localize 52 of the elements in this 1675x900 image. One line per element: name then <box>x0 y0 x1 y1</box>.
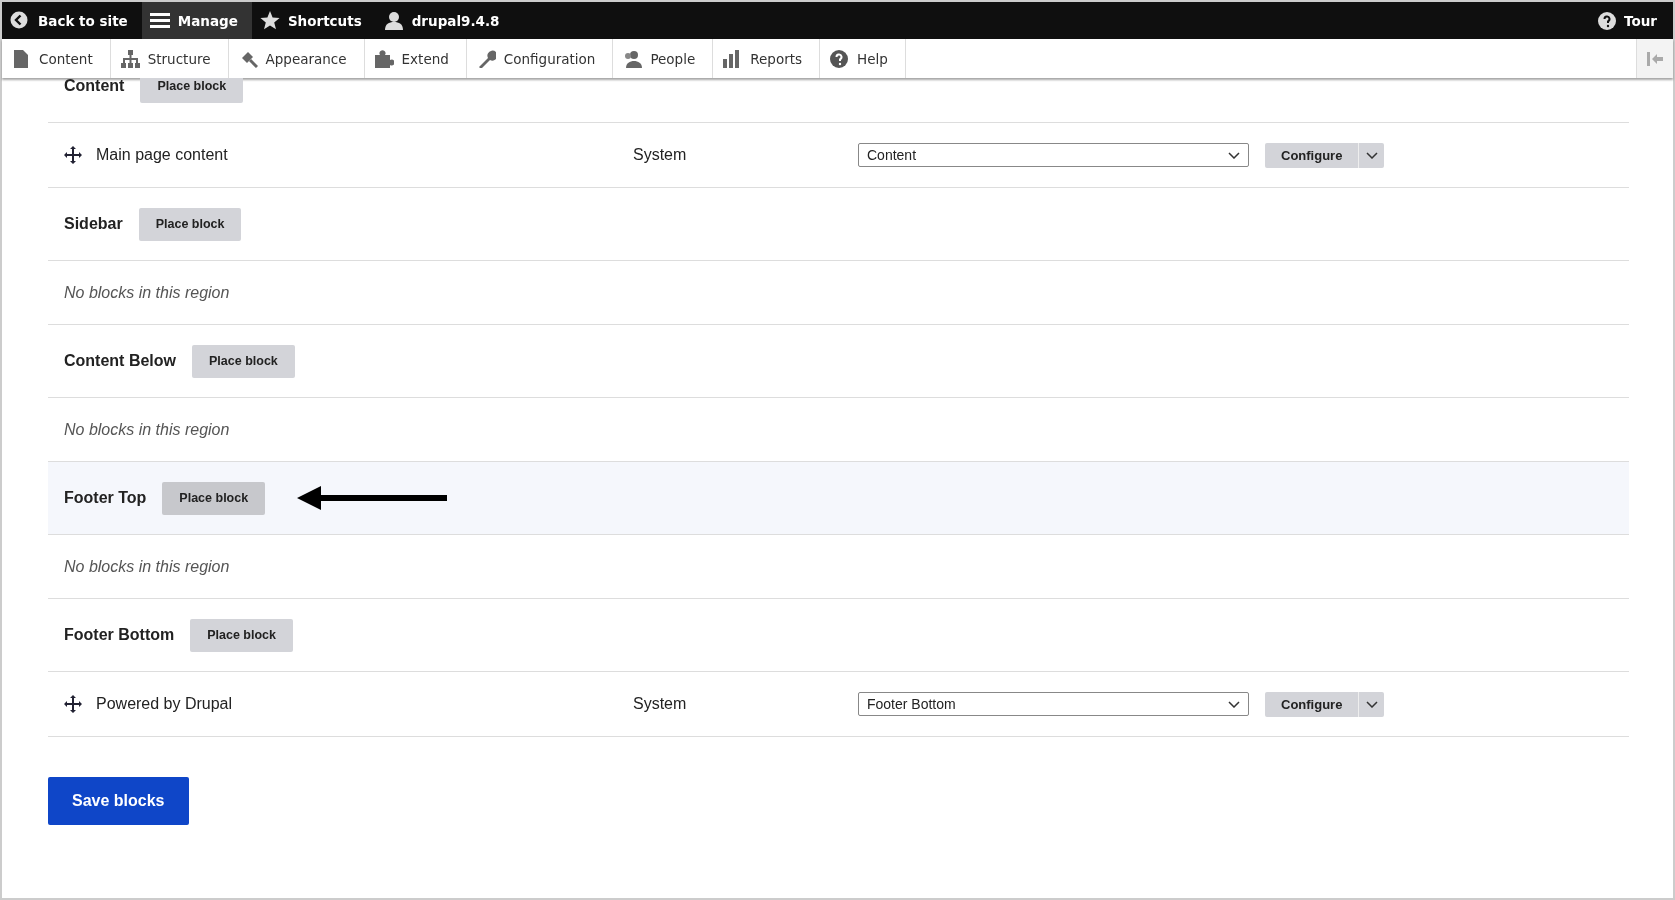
region-title: Content <box>64 78 125 95</box>
drag-handle-icon <box>64 695 82 713</box>
save-blocks-button[interactable]: Save blocks <box>48 777 189 825</box>
place-block-button[interactable]: Place block <box>190 618 293 652</box>
help-icon <box>830 49 850 68</box>
configure-button[interactable]: Configure <box>1265 691 1359 717</box>
tray-menu-item[interactable]: People <box>613 39 714 78</box>
tray-menu-item[interactable]: Content <box>2 39 111 78</box>
tray-menu-item[interactable]: Reports <box>713 39 821 78</box>
tray-menu-item[interactable]: Extend <box>364 39 467 78</box>
block-name: Powered by Drupal <box>96 695 233 713</box>
help-icon <box>1598 11 1617 30</box>
block-category: System <box>633 695 688 713</box>
collapse-icon <box>1647 51 1663 66</box>
chevron-down-icon <box>1365 700 1378 708</box>
region-title: Content Below <box>64 352 176 370</box>
chevron-down-icon <box>1228 700 1240 708</box>
drag-handle-icon <box>64 146 82 164</box>
tray-menu-item[interactable]: Configuration <box>466 39 614 78</box>
toolbar-tab[interactable]: drupal9.4.8 <box>375 2 514 39</box>
dropdown-toggle[interactable] <box>1358 142 1385 168</box>
chevron-down-icon <box>1365 151 1378 159</box>
toolbar-tab[interactable]: Shortcuts <box>251 2 376 39</box>
block-category: System <box>633 146 688 164</box>
menu-icon <box>149 11 170 30</box>
place-block-button[interactable]: Place block <box>162 481 266 515</box>
sitemap-icon <box>120 49 140 68</box>
configure-button[interactable]: Configure <box>1265 142 1359 168</box>
region-select[interactable]: Content <box>858 143 1249 167</box>
place-block-button[interactable]: Place block <box>140 78 244 103</box>
toolbar-tab[interactable]: Back to site <box>2 2 142 39</box>
puzzle-icon <box>374 49 394 68</box>
tour-button[interactable]: Tour <box>1590 2 1673 39</box>
empty-region-message: No blocks in this region <box>64 557 230 576</box>
chevron-down-icon <box>1228 151 1240 159</box>
toolbar-tab[interactable]: Manage <box>141 2 252 39</box>
arrow-icon <box>297 485 448 511</box>
block-name: Main page content <box>96 146 228 164</box>
star-icon <box>259 11 280 30</box>
region-select[interactable]: Footer Bottom <box>858 692 1249 716</box>
empty-region-message: No blocks in this region <box>64 283 230 302</box>
region-title: Footer Bottom <box>64 626 175 644</box>
empty-region-message: No blocks in this region <box>64 420 230 439</box>
tray-menu-item[interactable]: Help <box>820 39 906 78</box>
region-title: Sidebar <box>64 215 123 233</box>
people-icon <box>623 49 643 68</box>
dropdown-toggle[interactable] <box>1358 691 1385 717</box>
place-block-button[interactable]: Place block <box>138 207 242 241</box>
document-icon <box>12 49 31 68</box>
region-title: Footer Top <box>64 489 147 507</box>
place-block-button[interactable]: Place block <box>192 344 295 378</box>
user-icon <box>383 11 404 30</box>
